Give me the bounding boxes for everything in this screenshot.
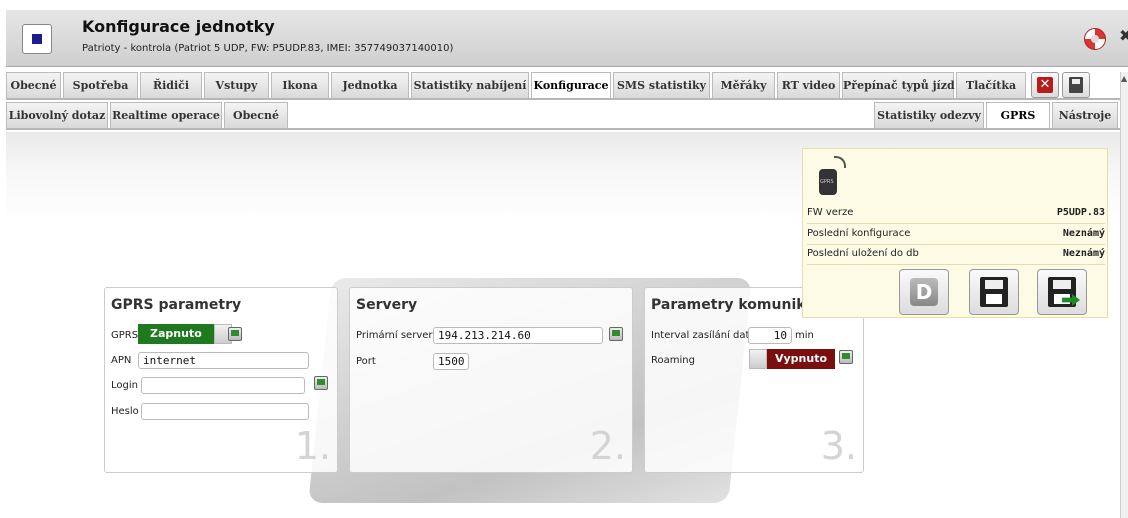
- vertical-scrollbar[interactable]: ▲: [1120, 72, 1128, 518]
- fw-value: P5UDP.83: [1056, 207, 1105, 218]
- gprs-label: GPRS: [111, 330, 139, 341]
- tab-konfigurace[interactable]: Konfigurace: [531, 72, 611, 100]
- tab-libovolny-dotaz[interactable]: Libovolný dotaz: [6, 102, 108, 128]
- tab-sms-statistiky[interactable]: SMS statistiky: [613, 72, 710, 98]
- primary-server-label: Primární server: [356, 330, 433, 341]
- gprs-toggle-state: Zapnuto: [138, 324, 214, 344]
- fw-label: FW verze: [807, 207, 854, 218]
- floppy-disk-icon: [980, 277, 1008, 307]
- d-button[interactable]: D: [899, 269, 949, 315]
- gprs-parameters-panel: GPRS parametry GPRS Zapnuto APN internet…: [104, 287, 338, 473]
- floppy-disk-icon: [1048, 277, 1076, 307]
- tab-rt-video[interactable]: RT video: [777, 72, 840, 98]
- primary-server-field[interactable]: 194.213.214.60: [433, 327, 603, 344]
- tab-prepinac-typu-jizd[interactable]: Přepínač typů jízd: [842, 72, 955, 98]
- toggle-knob: [749, 349, 767, 369]
- last-db-label: Poslední uložení do db: [807, 248, 919, 259]
- last-config-value: Neznámý: [1062, 228, 1105, 239]
- tab-tlacitka[interactable]: Tlačítka: [956, 72, 1026, 98]
- gprs-toggle[interactable]: Zapnuto: [138, 324, 232, 344]
- tab-spotreba[interactable]: Spotřeba: [63, 72, 138, 98]
- tab-nastroje[interactable]: Nástroje: [1052, 102, 1118, 128]
- scroll-up-icon[interactable]: ▲: [1121, 74, 1127, 83]
- tab-ikona[interactable]: Ikona: [271, 72, 329, 98]
- save-button[interactable]: [969, 269, 1019, 315]
- floppy-disk-icon: [1069, 77, 1083, 93]
- save-login-icon[interactable]: [314, 376, 328, 390]
- port-label: Port: [356, 356, 376, 367]
- password-field[interactable]: [141, 403, 309, 420]
- step-number: 1.: [294, 424, 331, 468]
- last-db-row: Poslední uložení do db Neznámý: [807, 244, 1105, 265]
- roaming-toggle[interactable]: Vypnuto: [749, 349, 836, 369]
- tab-statistiky-odezvy[interactable]: Statistiky odezvy: [874, 102, 984, 128]
- tab-jednotka[interactable]: Jednotka: [331, 72, 409, 98]
- last-config-row: Poslední konfigurace Neznámý: [807, 224, 1105, 245]
- window-header: Konfigurace jednotky Patrioty - kontrola…: [6, 10, 1128, 67]
- port-field[interactable]: 1500: [433, 353, 469, 370]
- save-roaming-icon[interactable]: [839, 350, 853, 364]
- tab-vstupy[interactable]: Vstupy: [204, 72, 269, 98]
- last-db-value: Neznámý: [1062, 248, 1105, 259]
- page-title: Konfigurace jednotky: [82, 17, 275, 36]
- save-config-button[interactable]: [1062, 72, 1090, 98]
- page-subtitle: Patrioty - kontrola (Patriot 5 UDP, FW: …: [82, 43, 454, 54]
- d-icon: D: [910, 278, 938, 306]
- tab-statistiky-nabijeni[interactable]: Statistiky nabíjení: [411, 72, 529, 98]
- panel-title: GPRS parametry: [111, 297, 242, 313]
- app-logo: [22, 24, 52, 54]
- signal-icon: [834, 156, 846, 168]
- password-label: Heslo: [111, 406, 139, 417]
- close-tab-button[interactable]: ✕: [1031, 72, 1059, 98]
- gprs-phone-icon: [819, 169, 837, 195]
- save-gprs-icon[interactable]: [228, 327, 242, 341]
- interval-label: Interval zasílání dat: [651, 330, 750, 341]
- apn-field[interactable]: internet: [138, 352, 309, 369]
- close-window-icon[interactable]: ✖: [1119, 26, 1128, 45]
- save-server-icon[interactable]: [609, 327, 623, 341]
- login-label: Login: [111, 380, 138, 391]
- servers-panel: Servery Primární server 194.213.214.60 P…: [349, 287, 633, 473]
- interval-field[interactable]: 10: [748, 327, 792, 344]
- tab-meraky[interactable]: Měřáky: [712, 72, 775, 98]
- login-field[interactable]: [141, 377, 305, 394]
- close-icon: ✕: [1037, 77, 1053, 93]
- tab-row-2-divider: [6, 128, 1120, 130]
- tab-obecne-2[interactable]: Obecné: [224, 102, 288, 128]
- tab-realtime-operace[interactable]: Realtime operace: [110, 102, 222, 128]
- tab-obecne[interactable]: Obecné: [6, 72, 61, 98]
- apn-label: APN: [111, 355, 132, 366]
- panel-title: Servery: [356, 297, 418, 313]
- help-lifebuoy-icon[interactable]: [1084, 28, 1106, 50]
- save-to-db-button[interactable]: [1037, 269, 1087, 315]
- fw-version-row: FW verze P5UDP.83: [807, 203, 1105, 224]
- step-number: 3.: [820, 424, 857, 468]
- roaming-label: Roaming: [651, 355, 695, 366]
- last-config-label: Poslední konfigurace: [807, 228, 911, 239]
- tab-row-1-divider: [6, 98, 1120, 100]
- tab-ridici[interactable]: Řidiči: [140, 72, 202, 98]
- unit-info-box: FW verze P5UDP.83 Poslední konfigurace N…: [802, 148, 1108, 318]
- roaming-toggle-state: Vypnuto: [767, 349, 836, 369]
- step-number: 2.: [589, 424, 626, 468]
- tab-gprs[interactable]: GPRS: [986, 102, 1050, 130]
- interval-unit: min: [795, 330, 814, 341]
